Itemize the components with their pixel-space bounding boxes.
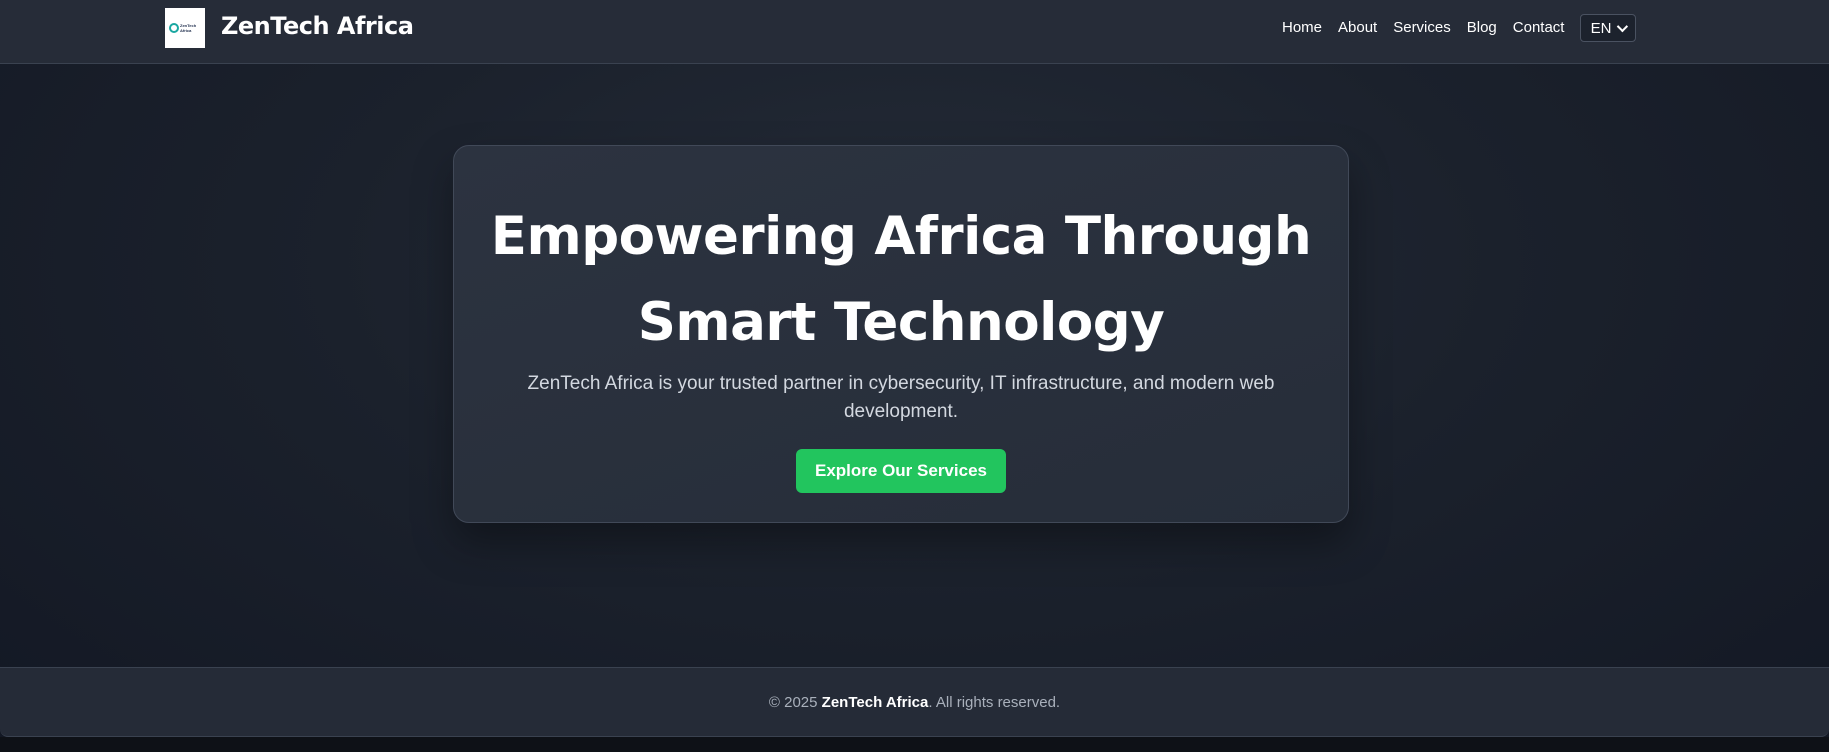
brand-name[interactable]: ZenTech Africa xyxy=(221,12,414,40)
nav-home[interactable]: Home xyxy=(1282,19,1322,36)
language-select[interactable]: EN xyxy=(1580,14,1636,42)
nav-blog[interactable]: Blog xyxy=(1467,19,1497,36)
page: ZenTech Africa ZenTech Africa Home About… xyxy=(0,0,1829,752)
logo[interactable]: ZenTech Africa xyxy=(165,8,205,48)
hero-title: Empowering Africa Through Smart Technolo… xyxy=(490,206,1312,353)
explore-services-button[interactable]: Explore Our Services xyxy=(796,449,1006,493)
site-footer: © 2025 ZenTech Africa. All rights reserv… xyxy=(0,667,1829,737)
main-nav: Home About Services Blog Contact xyxy=(1282,19,1564,36)
copyright-suffix: . All rights reserved. xyxy=(928,694,1061,711)
logo-icon: ZenTech Africa xyxy=(169,20,201,36)
hero-subtitle: ZenTech Africa is your trusted partner i… xyxy=(527,373,1275,422)
nav-services[interactable]: Services xyxy=(1393,19,1451,36)
chevron-down-icon xyxy=(1617,20,1629,33)
page-bottom-edge xyxy=(0,737,1829,752)
copyright-prefix: © 2025 xyxy=(768,694,822,711)
nav-contact[interactable]: Contact xyxy=(1513,19,1565,36)
nav-about[interactable]: About xyxy=(1338,19,1377,36)
site-header: ZenTech Africa ZenTech Africa Home About… xyxy=(0,0,1829,64)
language-value: EN xyxy=(1590,19,1612,37)
hero-card: Empowering Africa Through Smart Technolo… xyxy=(453,145,1349,523)
logo-text: ZenTech Africa xyxy=(180,23,197,33)
footer-company: ZenTech Africa xyxy=(821,694,929,711)
